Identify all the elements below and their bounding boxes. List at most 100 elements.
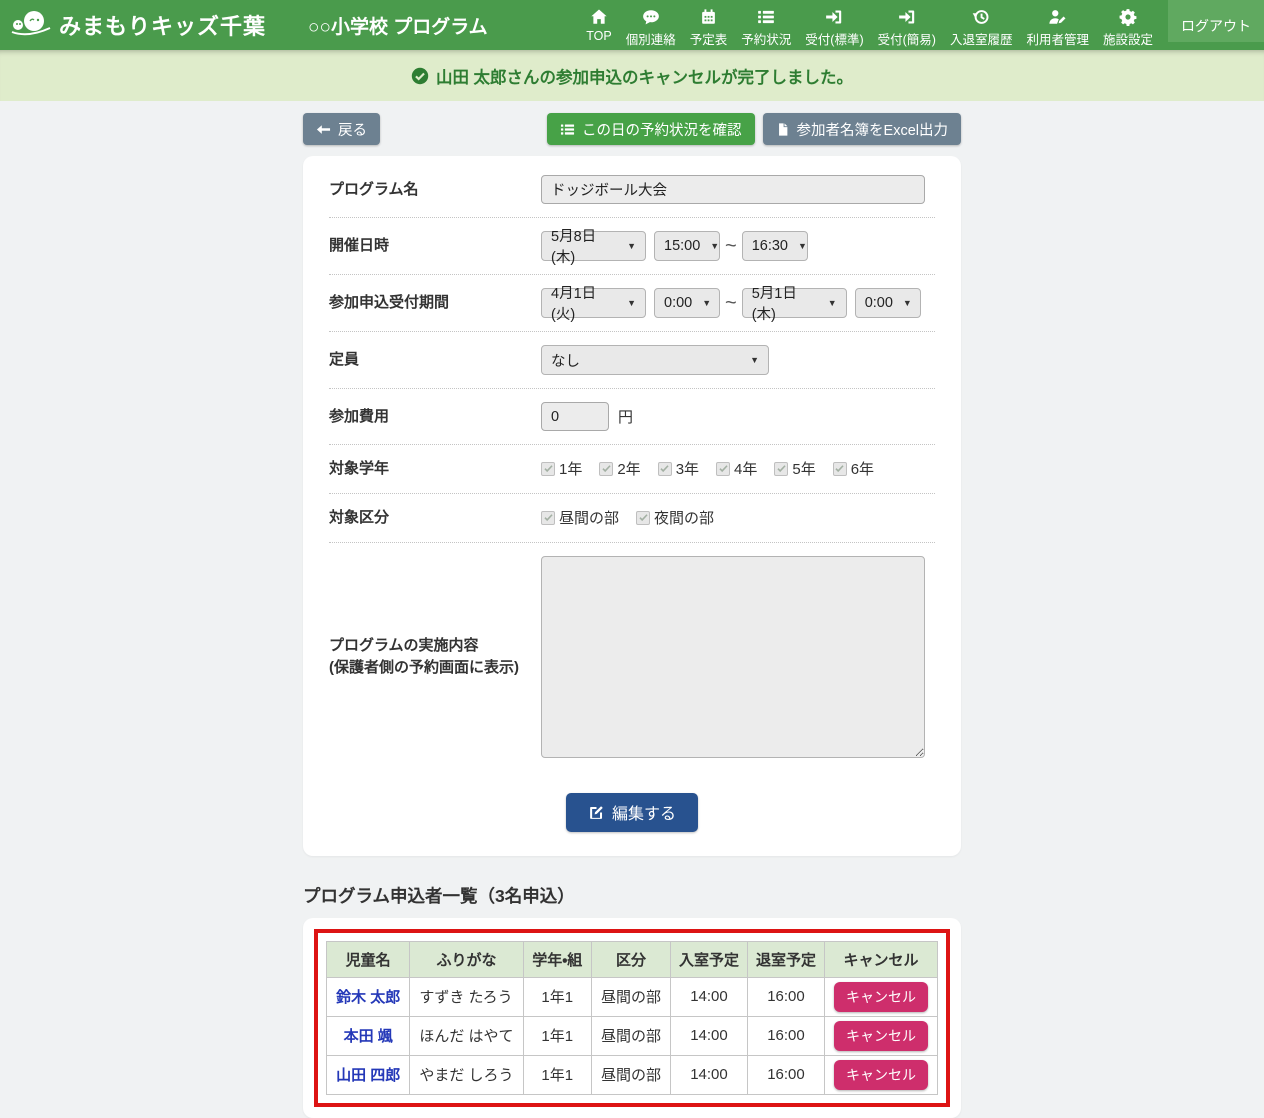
description-label-line1: プログラムの実施内容: [329, 635, 541, 657]
entry-cell: 14:00: [670, 1055, 747, 1094]
back-button[interactable]: 戻る: [303, 113, 380, 145]
cancel-button[interactable]: キャンセル: [834, 1060, 928, 1090]
event-date-select[interactable]: 5月8日(木) ▼: [541, 231, 646, 261]
top-navbar: みまもりキッズ千葉 ○○小学校 プログラム TOP 個別連絡 予定表 予約状況: [0, 0, 1264, 50]
grade-checkbox-item: 5年: [774, 458, 815, 479]
division-checkbox-item: 昼間の部: [541, 507, 619, 528]
nav-item-reception-standard[interactable]: 受付(標準): [798, 0, 870, 48]
nav-item-reservation-status[interactable]: 予約状況: [734, 0, 798, 48]
event-date-value: 5月8日(木): [551, 225, 617, 267]
cancel-button[interactable]: キャンセル: [834, 1021, 928, 1051]
column-header-entry: 入室予定: [670, 941, 747, 977]
capacity-select[interactable]: なし ▼: [541, 345, 769, 375]
application-period-label: 参加申込受付期間: [329, 292, 541, 314]
nav-label: 受付(標準): [805, 29, 863, 48]
division-label: 夜間の部: [654, 507, 714, 528]
exit-cell: 16:00: [747, 1016, 824, 1055]
grade-label: 6年: [851, 458, 874, 479]
chevron-down-icon: ▼: [903, 298, 912, 308]
nav-item-schedule[interactable]: 予定表: [683, 0, 735, 48]
participants-table: 児童名 ふりがな 学年・組 区分 入室予定 退室予定 キャンセル 鈴木 太郎 す…: [326, 941, 938, 1095]
period-end-time-select[interactable]: 0:00 ▼: [855, 288, 921, 318]
list-icon: [560, 122, 575, 137]
event-end-time-select[interactable]: 16:30 ▼: [742, 231, 808, 261]
student-name-link[interactable]: 本田 颯: [344, 1028, 393, 1045]
event-start-time-select[interactable]: 15:00 ▼: [654, 231, 720, 261]
nav-label: 入退室履歴: [950, 29, 1013, 48]
brand-logo[interactable]: みまもりキッズ千葉: [0, 8, 266, 43]
kana-cell: ほんだ はやて: [410, 1016, 523, 1055]
edit-pencil-icon: [588, 804, 605, 821]
nav-item-user-management[interactable]: 利用者管理: [1019, 0, 1096, 48]
page-title: ○○小学校 プログラム: [308, 12, 488, 39]
logout-button[interactable]: ログアウト: [1168, 0, 1264, 42]
checkbox-checked-icon[interactable]: [833, 462, 847, 476]
cancel-button[interactable]: キャンセル: [834, 982, 928, 1012]
program-name-input[interactable]: [541, 175, 925, 204]
excel-export-label: 参加者名簿をExcel出力: [797, 119, 948, 140]
tilde-separator: ~: [725, 292, 737, 315]
period-end-time-value: 0:00: [865, 295, 893, 311]
division-cell: 昼間の部: [591, 1016, 670, 1055]
period-start-time-select[interactable]: 0:00 ▼: [654, 288, 720, 318]
column-header-division: 区分: [591, 941, 670, 977]
checkbox-checked-icon[interactable]: [541, 462, 555, 476]
nav-item-individual-contact[interactable]: 個別連絡: [619, 0, 683, 48]
period-start-date-select[interactable]: 4月1日(火) ▼: [541, 288, 646, 318]
entry-cell: 14:00: [670, 1016, 747, 1055]
grade-label: 3年: [676, 458, 699, 479]
edit-button[interactable]: 編集する: [566, 793, 698, 832]
program-detail-card: プログラム名 開催日時 5月8日(木) ▼ 15:00 ▼ ~ 16:30: [303, 156, 961, 856]
description-textarea[interactable]: [541, 556, 925, 758]
back-button-label: 戻る: [338, 119, 367, 140]
kana-cell: すずき たろう: [410, 977, 523, 1016]
grade-label: 4年: [734, 458, 757, 479]
nav-item-reception-simple[interactable]: 受付(簡易): [871, 0, 943, 48]
chevron-down-icon: ▼: [828, 298, 837, 308]
form-row-program-name: プログラム名: [329, 162, 935, 218]
form-row-application-period: 参加申込受付期間 4月1日(火) ▼ 0:00 ▼ ~ 5月1日(木) ▼: [329, 275, 935, 332]
nav-item-facility-settings[interactable]: 施設設定: [1096, 0, 1160, 48]
alert-message: 山田 太郎さんの参加申込のキャンセルが完了しました。: [436, 64, 853, 88]
chevron-down-icon: ▼: [750, 355, 759, 365]
toolbar: 戻る この日の予約状況を確認 参加者名簿をExcel出力: [303, 113, 961, 145]
history-icon: [972, 7, 990, 26]
brand-name: みまもりキッズ千葉: [59, 9, 266, 41]
checkbox-checked-icon[interactable]: [658, 462, 672, 476]
nav-label: 個別連絡: [626, 29, 676, 48]
division-cell: 昼間の部: [591, 977, 670, 1016]
table-row: 山田 四郎 やまだ しろう 1年1 昼間の部 14:00 16:00 キャンセル: [327, 1055, 938, 1094]
check-reservations-button[interactable]: この日の予約状況を確認: [547, 113, 755, 145]
grade-checkbox-item: 4年: [716, 458, 757, 479]
main-nav: TOP 個別連絡 予定表 予約状況 受付(標準): [579, 0, 1264, 50]
edit-button-label: 編集する: [612, 800, 676, 824]
division-checkbox-item: 夜間の部: [636, 507, 714, 528]
nav-item-entry-exit-history[interactable]: 入退室履歴: [943, 0, 1020, 48]
event-datetime-label: 開催日時: [329, 235, 541, 257]
excel-export-button[interactable]: 参加者名簿をExcel出力: [763, 113, 961, 145]
checkbox-checked-icon[interactable]: [716, 462, 730, 476]
nav-item-top[interactable]: TOP: [579, 0, 618, 43]
period-start-time-value: 0:00: [664, 295, 692, 311]
fee-input[interactable]: [541, 402, 609, 431]
nav-label: 予約状況: [741, 29, 791, 48]
signin-icon: [898, 7, 916, 26]
student-name-link[interactable]: 鈴木 太郎: [336, 989, 400, 1006]
nav-label: 受付(簡易): [878, 29, 936, 48]
checkbox-checked-icon[interactable]: [636, 511, 650, 525]
success-alert: 山田 太郎さんの参加申込のキャンセルが完了しました。: [0, 50, 1264, 101]
participants-card: 児童名 ふりがな 学年・組 区分 入室予定 退室予定 キャンセル 鈴木 太郎 す…: [303, 918, 961, 1118]
capacity-label: 定員: [329, 349, 541, 371]
checkbox-checked-icon[interactable]: [774, 462, 788, 476]
grade-cell: 1年1: [523, 1055, 591, 1094]
checkbox-checked-icon[interactable]: [599, 462, 613, 476]
grade-cell: 1年1: [523, 1016, 591, 1055]
period-end-date-select[interactable]: 5月1日(木) ▼: [742, 288, 847, 318]
chevron-down-icon: ▼: [798, 241, 807, 251]
table-row: 鈴木 太郎 すずき たろう 1年1 昼間の部 14:00 16:00 キャンセル: [327, 977, 938, 1016]
column-header-name: 児童名: [327, 941, 410, 977]
target-grades-label: 対象学年: [329, 458, 541, 480]
division-cell: 昼間の部: [591, 1055, 670, 1094]
checkbox-checked-icon[interactable]: [541, 511, 555, 525]
grade-checkbox-item: 6年: [833, 458, 874, 479]
